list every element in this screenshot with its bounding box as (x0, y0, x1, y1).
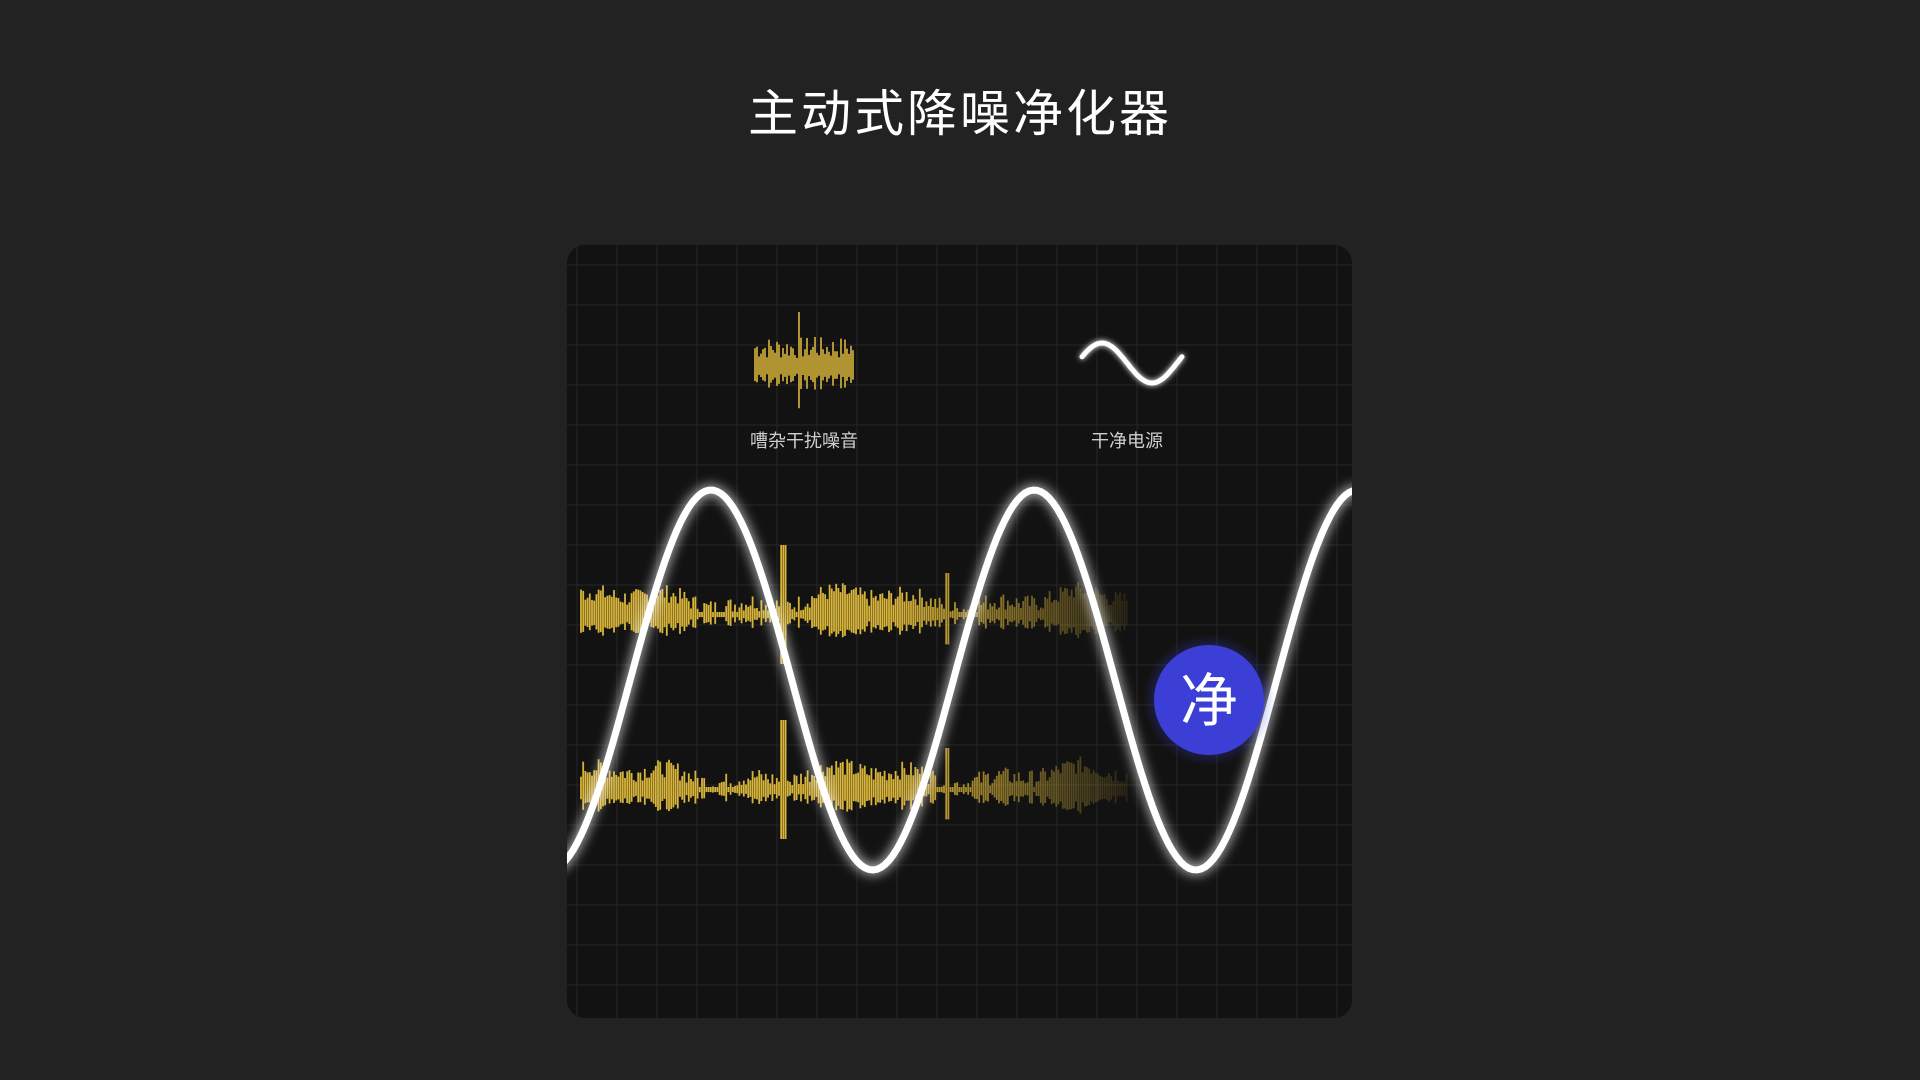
illustration-canvas: 净 (567, 245, 1352, 1018)
clean-label: 干净电源 (1091, 431, 1163, 452)
panel-background (567, 245, 1352, 1018)
clean-badge: 净 (1143, 634, 1275, 766)
page-title: 主动式降噪净化器 (748, 85, 1172, 143)
noise-label: 嘈杂干扰噪音 (750, 431, 858, 452)
illustration-panel: 净 嘈杂干扰噪音 干净电源 (567, 245, 1352, 1018)
page: 主动式降噪净化器 净 嘈杂干扰噪音 干净电源 (0, 0, 1920, 1080)
badge-text: 净 (1180, 667, 1238, 735)
